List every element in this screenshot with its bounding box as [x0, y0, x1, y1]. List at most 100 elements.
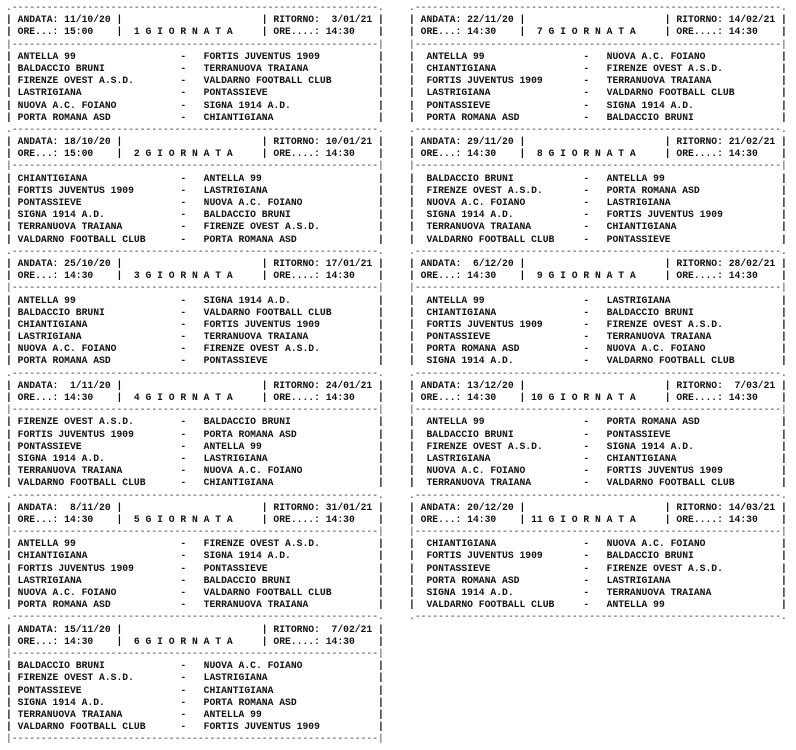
- round-top-rule: .---------------------------------------…: [6, 611, 384, 623]
- match-row: | LASTRIGIANA - CHIANTIGIANA |: [409, 452, 787, 464]
- match-row: | CHIANTIGIANA - FORTIS JUVENTUS 1909 |: [6, 318, 384, 330]
- match-row: | SIGNA 1914 A.D. - VALDARNO FOOTBALL CL…: [409, 355, 787, 367]
- round-top-rule: .---------------------------------------…: [409, 2, 787, 13]
- match-row: | TERRANUOVA TRAIANA - CHIANTIGIANA |: [409, 221, 787, 233]
- match-row: | NUOVA A.C. FOIANO - LASTRIGIANA |: [409, 197, 787, 208]
- round-header-rule: |---------------------------------------…: [6, 647, 384, 659]
- round-header-rule: |---------------------------------------…: [409, 38, 787, 50]
- match-row: | LASTRIGIANA - PONTASSIEVE |: [6, 87, 384, 99]
- round-top-rule: .---------------------------------------…: [409, 367, 787, 379]
- round-title-header: | ORE...: 14:30 | 3 G I O R N A T A | OR…: [6, 270, 384, 282]
- round-title-header: | ORE...: 14:30 | 7 G I O R N A T A | OR…: [409, 26, 787, 38]
- match-row: | FORTIS JUVENTUS 1909 - PORTA ROMANA AS…: [6, 428, 384, 440]
- schedule-column-left: .---------------------------------------…: [6, 2, 384, 745]
- match-row: | BALDACCIO BRUNI - VALDARNO FOOTBALL CL…: [6, 306, 384, 318]
- match-row: | BALDACCIO BRUNI - TERRANUOVA TRAIANA |: [6, 62, 384, 74]
- match-row: | PONTASSIEVE - SIGNA 1914 A.D. |: [409, 99, 787, 111]
- round-header-rule: |---------------------------------------…: [6, 160, 384, 172]
- match-row: | TERRANUOVA TRAIANA - FIRENZE OVEST A.S…: [6, 221, 384, 233]
- match-row: | PONTASSIEVE - NUOVA A.C. FOIANO |: [6, 197, 384, 208]
- match-row: | FIRENZE OVEST A.S.D. - BALDACCIO BRUNI…: [6, 416, 384, 428]
- match-row: | CHIANTIGIANA - FIRENZE OVEST A.S.D. |: [409, 62, 787, 74]
- round-header-rule: |---------------------------------------…: [409, 282, 787, 294]
- match-row: | CHIANTIGIANA - NUOVA A.C. FOIANO |: [409, 538, 787, 550]
- round-title-header: | ORE...: 14:30 | 5 G I O R N A T A | OR…: [6, 513, 384, 525]
- round-dates-header: | ANDATA: 22/11/20 | | RITORNO: 14/02/21…: [409, 14, 787, 26]
- round-title-header: | ORE...: 14:30 | 9 G I O R N A T A | OR…: [409, 270, 787, 282]
- match-row: | FIRENZE OVEST A.S.D. - LASTRIGIANA |: [6, 672, 384, 684]
- round-header-rule: |---------------------------------------…: [6, 526, 384, 538]
- round-top-rule: .---------------------------------------…: [6, 245, 384, 257]
- match-row: | PONTASSIEVE - TERRANUOVA TRAIANA |: [409, 331, 787, 343]
- round-title-header: | ORE...: 14:30 | 6 G I O R N A T A | OR…: [6, 635, 384, 647]
- round-header-rule: |---------------------------------------…: [6, 38, 384, 50]
- match-row: | PORTA ROMANA ASD - PONTASSIEVE |: [6, 355, 384, 367]
- match-row: | ANTELLA 99 - FORTIS JUVENTUS 1909 |: [6, 50, 384, 62]
- match-row: | SIGNA 1914 A.D. - FORTIS JUVENTUS 1909…: [409, 209, 787, 221]
- round-top-rule: .---------------------------------------…: [409, 489, 787, 501]
- round-title-header: | ORE...: 15:00 | 2 G I O R N A T A | OR…: [6, 148, 384, 160]
- match-row: | FORTIS JUVENTUS 1909 - LASTRIGIANA |: [6, 184, 384, 196]
- match-row: | NUOVA A.C. FOIANO - SIGNA 1914 A.D. |: [6, 99, 384, 111]
- round-header-rule: |---------------------------------------…: [409, 404, 787, 416]
- round-top-rule: .---------------------------------------…: [409, 123, 787, 135]
- match-row: | ANTELLA 99 - NUOVA A.C. FOIANO |: [409, 50, 787, 62]
- round-dates-header: | ANDATA: 29/11/20 | | RITORNO: 21/02/21…: [409, 136, 787, 148]
- round-top-rule: .---------------------------------------…: [6, 367, 384, 379]
- round-header-rule: |---------------------------------------…: [6, 282, 384, 294]
- match-row: | BALDACCIO BRUNI - ANTELLA 99 |: [409, 172, 787, 184]
- match-row: | PORTA ROMANA ASD - CHIANTIGIANA |: [6, 111, 384, 123]
- match-row: | BALDACCIO BRUNI - PONTASSIEVE |: [409, 428, 787, 440]
- match-row: | FORTIS JUVENTUS 1909 - FIRENZE OVEST A…: [409, 318, 787, 330]
- round-dates-header: | ANDATA: 18/10/20 | | RITORNO: 10/01/21…: [6, 136, 384, 148]
- round-top-rule: .---------------------------------------…: [409, 245, 787, 257]
- match-row: | FORTIS JUVENTUS 1909 - TERRANUOVA TRAI…: [409, 75, 787, 87]
- match-row: | LASTRIGIANA - BALDACCIO BRUNI |: [6, 574, 384, 586]
- round-title-header: | ORE...: 14:30 | 11 G I O R N A T A | O…: [409, 513, 787, 525]
- match-row: | CHIANTIGIANA - BALDACCIO BRUNI |: [409, 306, 787, 318]
- match-row: | PORTA ROMANA ASD - NUOVA A.C. FOIANO |: [409, 343, 787, 355]
- match-row: | ANTELLA 99 - LASTRIGIANA |: [409, 294, 787, 306]
- match-row: | SIGNA 1914 A.D. - LASTRIGIANA |: [6, 452, 384, 464]
- round-dates-header: | ANDATA: 6/12/20 | | RITORNO: 28/02/21 …: [409, 257, 787, 269]
- match-row: | ANTELLA 99 - SIGNA 1914 A.D. |: [6, 294, 384, 306]
- round-dates-header: | ANDATA: 13/12/20 | | RITORNO: 7/03/21 …: [409, 379, 787, 391]
- round-dates-header: | ANDATA: 20/12/20 | | RITORNO: 14/03/21…: [409, 501, 787, 513]
- match-row: | TERRANUOVA TRAIANA - VALDARNO FOOTBALL…: [409, 477, 787, 489]
- match-row: | VALDARNO FOOTBALL CLUB - CHIANTIGIANA …: [6, 477, 384, 489]
- match-row: | FORTIS JUVENTUS 1909 - BALDACCIO BRUNI…: [409, 550, 787, 562]
- match-row: | VALDARNO FOOTBALL CLUB - ANTELLA 99 |: [409, 599, 787, 611]
- round-dates-header: | ANDATA: 11/10/20 | | RITORNO: 3/01/21 …: [6, 14, 384, 26]
- schedule-column-right: .---------------------------------------…: [409, 2, 787, 624]
- round-top-rule: .---------------------------------------…: [6, 123, 384, 135]
- match-row: | ANTELLA 99 - FIRENZE OVEST A.S.D. |: [6, 538, 384, 550]
- match-row: | LASTRIGIANA - VALDARNO FOOTBALL CLUB |: [409, 87, 787, 99]
- match-row: | PORTA ROMANA ASD - LASTRIGIANA |: [409, 574, 787, 586]
- match-row: | FORTIS JUVENTUS 1909 - PONTASSIEVE |: [6, 562, 384, 574]
- match-row: | PORTA ROMANA ASD - BALDACCIO BRUNI |: [409, 111, 787, 123]
- match-row: | NUOVA A.C. FOIANO - VALDARNO FOOTBALL …: [6, 587, 384, 598]
- round-header-rule: |---------------------------------------…: [6, 404, 384, 416]
- match-row: | SIGNA 1914 A.D. - BALDACCIO BRUNI |: [6, 209, 384, 221]
- round-title-header: | ORE...: 15:00 | 1 G I O R N A T A | OR…: [6, 26, 384, 38]
- column-closing-rule: |---------------------------------------…: [6, 733, 384, 745]
- match-row: | CHIANTIGIANA - SIGNA 1914 A.D. |: [6, 550, 384, 562]
- column-closing-rule: .---------------------------------------…: [409, 611, 787, 623]
- match-row: | NUOVA A.C. FOIANO - FIRENZE OVEST A.S.…: [6, 343, 384, 355]
- round-dates-header: | ANDATA: 15/11/20 | | RITORNO: 7/02/21 …: [6, 623, 384, 635]
- match-row: | VALDARNO FOOTBALL CLUB - PONTASSIEVE |: [409, 233, 787, 245]
- match-row: | PONTASSIEVE - FIRENZE OVEST A.S.D. |: [409, 562, 787, 574]
- round-top-rule: .---------------------------------------…: [6, 2, 384, 13]
- match-row: | FIRENZE OVEST A.S.D. - SIGNA 1914 A.D.…: [409, 440, 787, 452]
- match-row: | FIRENZE OVEST A.S.D. - VALDARNO FOOTBA…: [6, 75, 384, 87]
- match-row: | PORTA ROMANA ASD - TERRANUOVA TRAIANA …: [6, 599, 384, 611]
- match-row: | PONTASSIEVE - CHIANTIGIANA |: [6, 684, 384, 696]
- round-dates-header: | ANDATA: 25/10/20 | | RITORNO: 17/01/21…: [6, 257, 384, 269]
- round-title-header: | ORE...: 14:30 | 8 G I O R N A T A | OR…: [409, 148, 787, 160]
- match-row: | BALDACCIO BRUNI - NUOVA A.C. FOIANO |: [6, 660, 384, 672]
- round-top-rule: .---------------------------------------…: [6, 489, 384, 501]
- round-dates-header: | ANDATA: 1/11/20 | | RITORNO: 24/01/21 …: [6, 379, 384, 391]
- match-row: | TERRANUOVA TRAIANA - ANTELLA 99 |: [6, 708, 384, 720]
- round-header-rule: |---------------------------------------…: [409, 160, 787, 172]
- match-row: | SIGNA 1914 A.D. - TERRANUOVA TRAIANA |: [409, 587, 787, 598]
